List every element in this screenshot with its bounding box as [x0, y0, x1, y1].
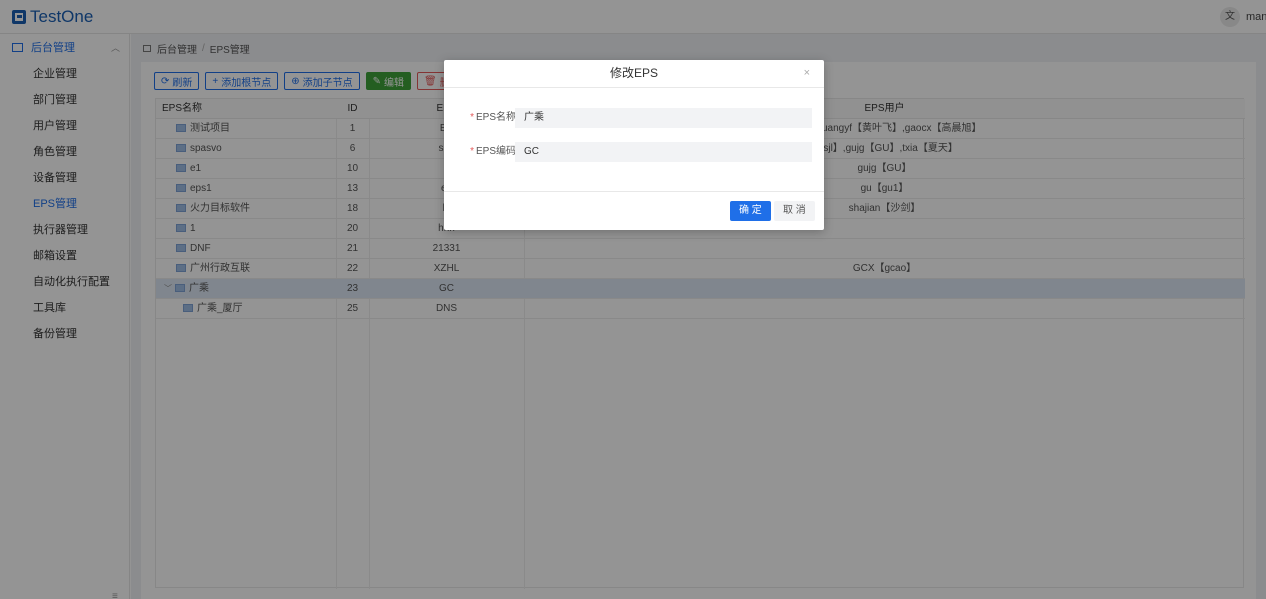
- dialog-footer-divider: [444, 191, 824, 192]
- eps-code-label: * EPS编码: [470, 146, 516, 157]
- edit-eps-dialog: 修改EPS × *EPS名称 *EPS编码 确 定 取 消: [444, 60, 824, 230]
- eps-code-input[interactable]: [515, 142, 812, 162]
- dialog-title: 修改EPS: [444, 60, 824, 88]
- form-row-eps-name: * EPS名称: [444, 108, 824, 128]
- cancel-button[interactable]: 取 消: [774, 201, 815, 221]
- required-mark: *: [470, 112, 474, 123]
- form-row-eps-code: * EPS编码: [444, 142, 824, 162]
- close-icon[interactable]: ×: [804, 68, 810, 79]
- eps-name-input[interactable]: [515, 108, 812, 128]
- eps-name-label: * EPS名称: [470, 112, 516, 123]
- required-mark: *: [470, 146, 474, 157]
- confirm-button[interactable]: 确 定: [730, 201, 771, 221]
